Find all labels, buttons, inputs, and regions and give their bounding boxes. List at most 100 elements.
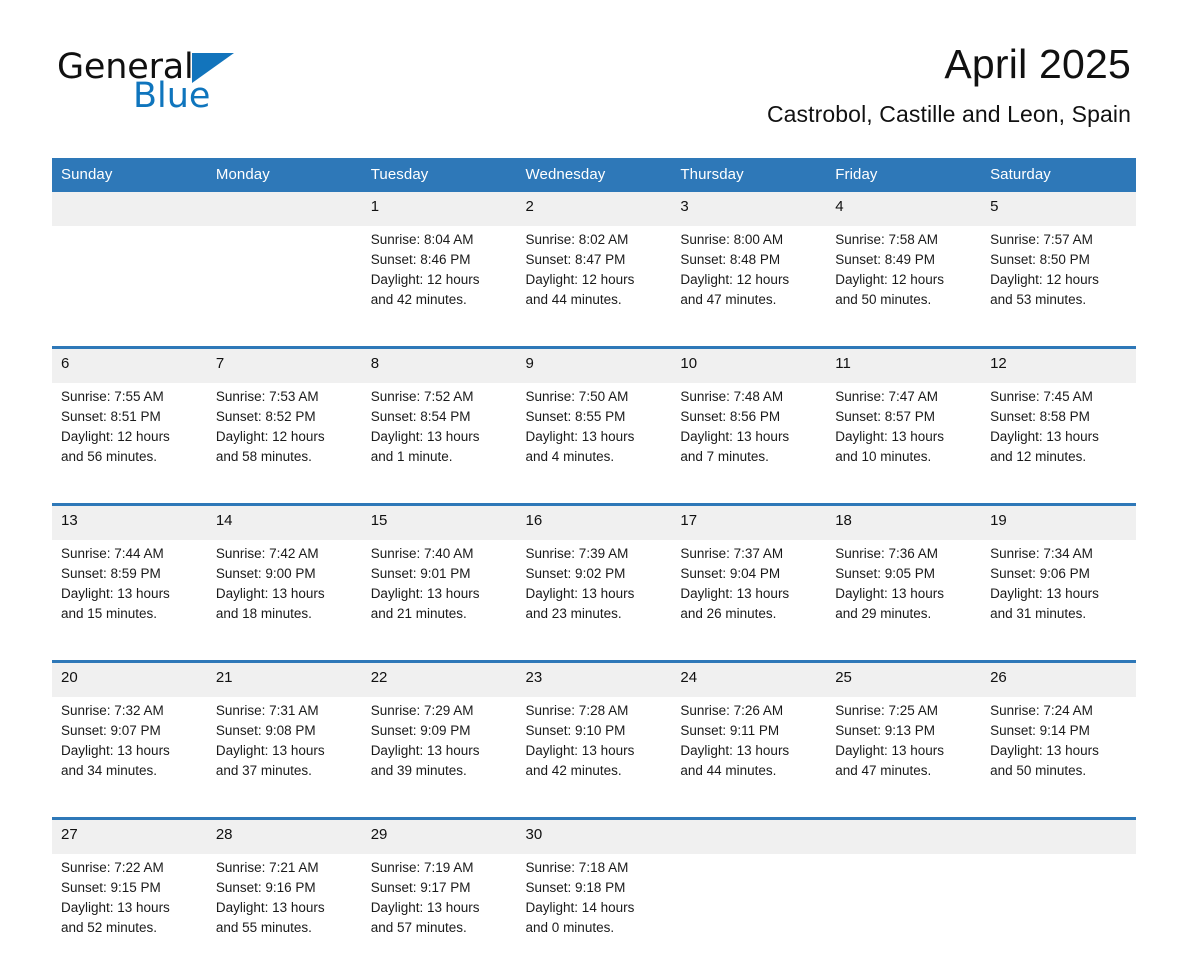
- day-cell[interactable]: [206, 226, 362, 348]
- day-number[interactable]: 18: [826, 503, 982, 540]
- sunrise-text: Sunrise: 7:55 AM: [61, 389, 164, 404]
- weekday-header-friday: Friday: [826, 158, 982, 192]
- day-cell[interactable]: Sunrise: 8:04 AM Sunset: 8:46 PM Dayligh…: [361, 226, 517, 348]
- day-cell[interactable]: Sunrise: 7:47 AM Sunset: 8:57 PM Dayligh…: [826, 383, 982, 505]
- day-number[interactable]: 30: [516, 817, 672, 854]
- sunrise-text: Sunrise: 7:32 AM: [61, 703, 164, 718]
- weekday-header-sunday: Sunday: [52, 158, 207, 192]
- day-cell[interactable]: Sunrise: 7:50 AM Sunset: 8:55 PM Dayligh…: [516, 383, 672, 505]
- day-cell[interactable]: Sunrise: 7:32 AM Sunset: 9:07 PM Dayligh…: [52, 697, 207, 819]
- day-cell[interactable]: Sunrise: 7:40 AM Sunset: 9:01 PM Dayligh…: [361, 540, 517, 662]
- day-cell[interactable]: Sunrise: 7:18 AM Sunset: 9:18 PM Dayligh…: [516, 854, 672, 974]
- day-cell[interactable]: Sunrise: 8:00 AM Sunset: 8:48 PM Dayligh…: [671, 226, 827, 348]
- day-number[interactable]: [981, 817, 1136, 854]
- daylight-text-line2: and 57 minutes.: [370, 920, 467, 935]
- day-cell[interactable]: Sunrise: 7:57 AM Sunset: 8:50 PM Dayligh…: [981, 226, 1136, 348]
- day-cell[interactable]: Sunrise: 7:21 AM Sunset: 9:16 PM Dayligh…: [206, 854, 362, 974]
- daylight-text-line2: and 1 minute.: [370, 449, 453, 464]
- day-cell[interactable]: Sunrise: 7:55 AM Sunset: 8:51 PM Dayligh…: [52, 383, 207, 505]
- sunrise-text: Sunrise: 7:53 AM: [215, 389, 319, 404]
- day-number[interactable]: 5: [981, 192, 1136, 226]
- triangle-icon: [191, 53, 234, 83]
- day-number[interactable]: 10: [671, 346, 827, 383]
- day-cell[interactable]: Sunrise: 7:29 AM Sunset: 9:09 PM Dayligh…: [361, 697, 517, 819]
- day-cell[interactable]: Sunrise: 7:45 AM Sunset: 8:58 PM Dayligh…: [981, 383, 1136, 505]
- day-number[interactable]: 2: [516, 192, 672, 226]
- day-cell[interactable]: Sunrise: 7:44 AM Sunset: 8:59 PM Dayligh…: [52, 540, 207, 662]
- day-number[interactable]: 1: [361, 192, 517, 226]
- day-number[interactable]: 14: [206, 503, 362, 540]
- daylight-text-line1: Daylight: 12 hours: [61, 429, 170, 444]
- day-cell[interactable]: Sunrise: 7:52 AM Sunset: 8:54 PM Dayligh…: [361, 383, 517, 505]
- day-number[interactable]: 4: [826, 192, 982, 226]
- day-cell[interactable]: [981, 854, 1136, 974]
- day-number[interactable]: 11: [826, 346, 982, 383]
- calendar-table: Sunday Monday Tuesday Wednesday Thursday…: [52, 158, 1136, 974]
- day-cell[interactable]: [671, 854, 827, 974]
- day-number[interactable]: [52, 192, 207, 226]
- day-number[interactable]: 27: [52, 817, 207, 854]
- day-number[interactable]: 29: [361, 817, 517, 854]
- day-cell[interactable]: [826, 854, 982, 974]
- day-number[interactable]: 3: [671, 192, 827, 226]
- day-number[interactable]: 7: [206, 346, 362, 383]
- day-number[interactable]: 8: [361, 346, 517, 383]
- sunrise-text: Sunrise: 7:42 AM: [215, 546, 319, 561]
- day-number[interactable]: 24: [671, 660, 827, 697]
- daylight-text-line2: and 50 minutes.: [835, 292, 932, 307]
- daylight-text-line2: and 18 minutes.: [215, 606, 312, 621]
- day-cell[interactable]: Sunrise: 7:28 AM Sunset: 9:10 PM Dayligh…: [516, 697, 672, 819]
- sunset-text: Sunset: 9:05 PM: [835, 566, 936, 581]
- day-number[interactable]: 13: [52, 503, 207, 540]
- day-number[interactable]: 6: [52, 346, 207, 383]
- day-number[interactable]: 25: [826, 660, 982, 697]
- day-number[interactable]: 26: [981, 660, 1136, 697]
- day-number[interactable]: 16: [516, 503, 672, 540]
- day-number[interactable]: 12: [981, 346, 1136, 383]
- day-cell[interactable]: Sunrise: 7:39 AM Sunset: 9:02 PM Dayligh…: [516, 540, 672, 662]
- day-number[interactable]: [671, 817, 827, 854]
- day-number[interactable]: 20: [52, 660, 207, 697]
- logo-text-general: General: [57, 47, 194, 87]
- daylight-text-line1: Daylight: 12 hours: [525, 272, 635, 287]
- sunrise-text: Sunrise: 8:02 AM: [525, 232, 629, 247]
- day-number[interactable]: 19: [981, 503, 1136, 540]
- day-cell[interactable]: Sunrise: 7:26 AM Sunset: 9:11 PM Dayligh…: [671, 697, 827, 819]
- day-cell[interactable]: Sunrise: 8:02 AM Sunset: 8:47 PM Dayligh…: [516, 226, 672, 348]
- daylight-text-line2: and 26 minutes.: [680, 606, 777, 621]
- day-cell[interactable]: Sunrise: 7:36 AM Sunset: 9:05 PM Dayligh…: [826, 540, 982, 662]
- day-number[interactable]: 28: [206, 817, 362, 854]
- day-number[interactable]: [206, 192, 362, 226]
- day-number[interactable]: 9: [516, 346, 672, 383]
- week-info-row: Sunrise: 7:55 AM Sunset: 8:51 PM Dayligh…: [52, 383, 1136, 505]
- weekday-header-wednesday: Wednesday: [516, 158, 672, 192]
- daylight-text-line2: and 58 minutes.: [215, 449, 312, 464]
- day-number[interactable]: 17: [671, 503, 827, 540]
- day-cell[interactable]: Sunrise: 7:22 AM Sunset: 9:15 PM Dayligh…: [52, 854, 207, 974]
- general-blue-logo: General Blue: [57, 50, 257, 120]
- daylight-text-line1: Daylight: 13 hours: [835, 586, 945, 601]
- daylight-text-line2: and 53 minutes.: [990, 292, 1087, 307]
- day-cell[interactable]: Sunrise: 7:48 AM Sunset: 8:56 PM Dayligh…: [671, 383, 827, 505]
- sunset-text: Sunset: 9:01 PM: [370, 566, 471, 581]
- daylight-text-line2: and 44 minutes.: [525, 292, 622, 307]
- day-number[interactable]: [826, 817, 982, 854]
- day-number[interactable]: 23: [516, 660, 672, 697]
- day-cell[interactable]: Sunrise: 7:53 AM Sunset: 8:52 PM Dayligh…: [206, 383, 362, 505]
- sunrise-text: Sunrise: 7:19 AM: [370, 860, 474, 875]
- daylight-text-line2: and 47 minutes.: [680, 292, 777, 307]
- day-cell[interactable]: Sunrise: 7:24 AM Sunset: 9:14 PM Dayligh…: [981, 697, 1136, 819]
- day-number[interactable]: 21: [206, 660, 362, 697]
- daylight-text-line1: Daylight: 13 hours: [525, 586, 635, 601]
- day-cell[interactable]: [52, 226, 207, 348]
- day-cell[interactable]: Sunrise: 7:58 AM Sunset: 8:49 PM Dayligh…: [826, 226, 982, 348]
- day-cell[interactable]: Sunrise: 7:19 AM Sunset: 9:17 PM Dayligh…: [361, 854, 517, 974]
- day-number[interactable]: 15: [361, 503, 517, 540]
- day-number[interactable]: 22: [361, 660, 517, 697]
- day-cell[interactable]: Sunrise: 7:31 AM Sunset: 9:08 PM Dayligh…: [206, 697, 362, 819]
- day-cell[interactable]: Sunrise: 7:37 AM Sunset: 9:04 PM Dayligh…: [671, 540, 827, 662]
- day-cell[interactable]: Sunrise: 7:25 AM Sunset: 9:13 PM Dayligh…: [826, 697, 982, 819]
- day-cell[interactable]: Sunrise: 7:34 AM Sunset: 9:06 PM Dayligh…: [981, 540, 1136, 662]
- day-cell[interactable]: Sunrise: 7:42 AM Sunset: 9:00 PM Dayligh…: [206, 540, 362, 662]
- sunrise-text: Sunrise: 7:40 AM: [370, 546, 474, 561]
